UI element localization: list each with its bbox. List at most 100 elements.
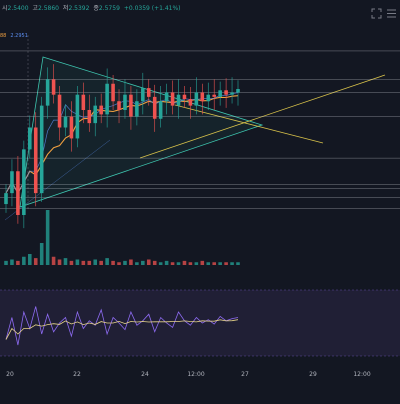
volume-bar-39 bbox=[236, 262, 240, 265]
candle-body-13 bbox=[81, 94, 86, 110]
volume-bar-11 bbox=[69, 260, 74, 265]
ohlc-legend: 시2.5400 고2.5860 저2.5392 종2.5759 +0.0359 … bbox=[0, 3, 181, 12]
ma-legend-2: 2.2951 bbox=[10, 33, 28, 39]
volume-bar-5 bbox=[33, 258, 38, 265]
candle-body-11 bbox=[69, 116, 74, 139]
chart-root: 20 22 24 12:00 27 29 12:00 시2.5400 고2.5860 저2.… bbox=[0, 0, 400, 400]
candle-body-24 bbox=[146, 88, 151, 97]
high-value: 2.5860 bbox=[37, 5, 59, 12]
candle-body-35 bbox=[212, 94, 216, 97]
candle-body-6 bbox=[39, 105, 44, 194]
volume-bar-18 bbox=[111, 260, 115, 265]
candle-body-20 bbox=[123, 94, 127, 110]
volume-bar-8 bbox=[51, 256, 56, 265]
x-tick-label-6: 12:00 bbox=[353, 371, 370, 378]
candle-body-18 bbox=[111, 83, 115, 102]
volume-bar-33 bbox=[200, 260, 205, 265]
candle-body-12 bbox=[75, 94, 80, 139]
candle-body-34 bbox=[206, 94, 211, 102]
candle-body-7 bbox=[45, 79, 50, 106]
volume-bar-0 bbox=[4, 260, 8, 265]
candle-body-9 bbox=[57, 94, 62, 128]
volume-bar-9 bbox=[57, 259, 62, 265]
candle-body-23 bbox=[141, 88, 145, 102]
volume-bar-38 bbox=[230, 262, 234, 265]
volume-bar-21 bbox=[129, 259, 133, 265]
volume-bar-34 bbox=[206, 262, 211, 265]
volume-bar-7 bbox=[45, 210, 50, 265]
volume-bar-30 bbox=[182, 260, 187, 265]
close-value: 2.5759 bbox=[98, 5, 120, 12]
volume-bar-32 bbox=[194, 262, 199, 265]
change-value: +0.0359 (+1.41%) bbox=[123, 5, 181, 12]
candle-body-4 bbox=[28, 127, 32, 150]
candle-body-27 bbox=[164, 92, 169, 102]
ma-legend-1: 88 bbox=[0, 33, 7, 39]
candle-body-15 bbox=[93, 105, 98, 124]
candle-body-16 bbox=[99, 105, 103, 115]
volume-bar-17 bbox=[105, 258, 109, 265]
volume-bar-4 bbox=[28, 254, 32, 265]
volume-bar-10 bbox=[63, 258, 68, 265]
x-tick-label-1: 22 bbox=[73, 371, 81, 378]
candle-body-36 bbox=[218, 90, 222, 97]
candle-body-21 bbox=[129, 94, 133, 117]
open-value: 2.5400 bbox=[7, 5, 29, 12]
volume-bar-29 bbox=[176, 262, 181, 265]
volume-bar-6 bbox=[39, 243, 44, 265]
candle-body-10 bbox=[63, 116, 68, 128]
chart-svg: 20 22 24 12:00 27 29 12:00 bbox=[0, 0, 400, 400]
x-tick-label-0: 20 bbox=[6, 371, 14, 378]
volume-bar-25 bbox=[152, 260, 157, 265]
volume-bar-12 bbox=[75, 259, 80, 265]
expand-icon[interactable] bbox=[371, 4, 382, 19]
volume-bar-2 bbox=[16, 260, 20, 265]
candle-body-32 bbox=[194, 92, 199, 106]
volume-bar-22 bbox=[135, 262, 139, 265]
volume-bar-24 bbox=[146, 259, 151, 265]
candle-body-37 bbox=[224, 90, 228, 95]
candle-body-28 bbox=[170, 92, 175, 106]
candle-body-0 bbox=[4, 193, 8, 205]
x-tick-label-3: 12:00 bbox=[187, 371, 204, 378]
candle-body-2 bbox=[16, 171, 20, 215]
candle-body-25 bbox=[152, 96, 157, 119]
volume-bar-3 bbox=[22, 256, 26, 265]
menu-icon[interactable] bbox=[386, 4, 397, 18]
candle-body-30 bbox=[182, 94, 187, 100]
volume-bar-28 bbox=[170, 262, 175, 265]
candle-body-5 bbox=[33, 127, 38, 194]
volume-bar-26 bbox=[158, 262, 163, 265]
volume-bar-16 bbox=[99, 260, 103, 265]
candle-body-31 bbox=[188, 99, 193, 106]
x-tick-label-2: 24 bbox=[141, 371, 149, 378]
volume-bar-20 bbox=[123, 260, 127, 265]
volume-bar-23 bbox=[141, 260, 145, 265]
ma-legend: 88 2.2951 bbox=[0, 33, 28, 39]
candle-body-22 bbox=[135, 101, 139, 117]
volume-bar-13 bbox=[81, 260, 86, 265]
candle-body-33 bbox=[200, 92, 205, 102]
candle-body-3 bbox=[22, 149, 26, 215]
candle-body-38 bbox=[230, 92, 234, 95]
candle-body-17 bbox=[105, 83, 109, 115]
volume-bar-37 bbox=[224, 262, 228, 265]
volume-bar-35 bbox=[212, 262, 216, 265]
candle-body-26 bbox=[158, 101, 163, 119]
x-tick-label-4: 27 bbox=[241, 371, 249, 378]
candle-body-39 bbox=[236, 89, 240, 93]
candle-body-8 bbox=[51, 79, 56, 95]
volume-bar-31 bbox=[188, 262, 193, 265]
volume-bar-19 bbox=[117, 262, 121, 265]
candle-body-14 bbox=[87, 110, 92, 124]
x-tick-label-5: 29 bbox=[309, 371, 317, 378]
volume-bar-15 bbox=[93, 259, 98, 265]
candle-body-1 bbox=[10, 171, 14, 194]
volume-bar-27 bbox=[164, 260, 169, 265]
volume-bar-14 bbox=[87, 260, 92, 265]
low-value: 2.5392 bbox=[68, 5, 90, 12]
candle-body-19 bbox=[117, 101, 121, 110]
volume-bar-1 bbox=[10, 259, 14, 265]
candle-body-29 bbox=[176, 94, 181, 106]
volume-bar-36 bbox=[218, 262, 222, 265]
